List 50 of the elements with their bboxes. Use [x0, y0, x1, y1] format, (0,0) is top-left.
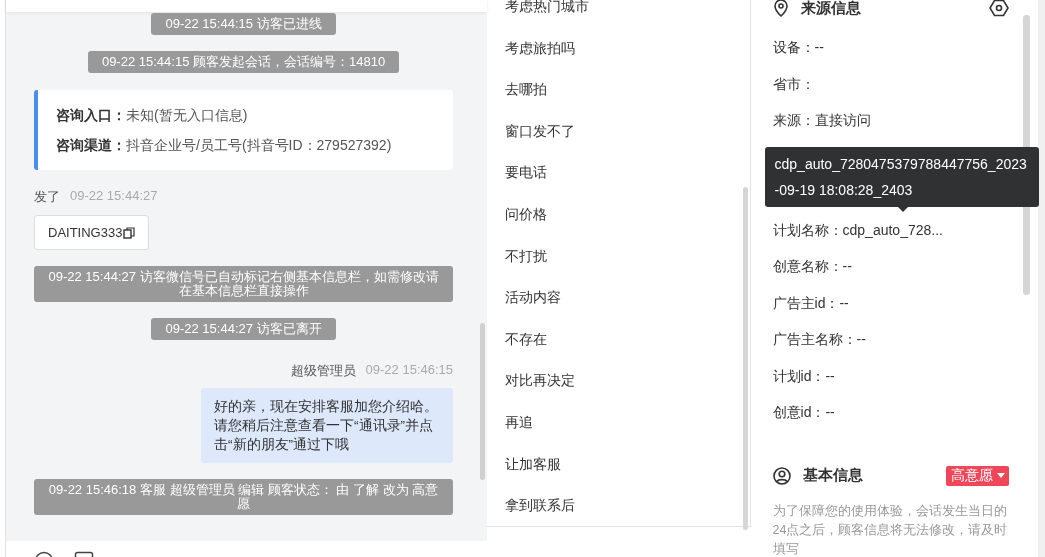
tooltip-arrow — [897, 207, 908, 212]
tooltip: cdp_auto_7280475379788447756_2023-09-19 18:08:28_2403 — [764, 147, 1039, 207]
info-field: 创意名称：-- — [772, 248, 1038, 285]
location-pin-icon — [772, 0, 789, 17]
hint-text: 为了保障您的使用体验，会话发生当日的24点之后，顾客信息将无法修改，请及时填写 — [772, 502, 1009, 557]
info-field: 省市： — [772, 65, 1038, 102]
quick-reply-item[interactable]: 对比再决定 — [505, 368, 750, 410]
settings-icon[interactable] — [988, 0, 1009, 17]
system-message: 09-22 15:46:18 客服 超级管理员 编辑 顾客状态： 由 了解 改为 高意愿 — [34, 479, 454, 515]
quick-reply-item[interactable]: 拿到联系后 — [505, 493, 750, 535]
message-time: 09-22 15:46:15 — [365, 362, 454, 379]
info-field: 计划id：-- — [772, 357, 1038, 394]
sender-name: 发了 — [34, 188, 60, 206]
quick-reply-item[interactable]: 要电话 — [505, 160, 750, 202]
info-field: 广告主id：-- — [772, 284, 1038, 321]
section-title: 来源信息 — [800, 0, 861, 18]
quick-reply-item[interactable]: 不打扰 — [505, 243, 750, 286]
system-message: 09-22 15:44:15 访客已进线 — [151, 13, 336, 35]
info-field: 计划名称：cdp_auto_728... — [772, 211, 1038, 248]
message-bubble: 好的亲，现在安排客服加您介绍哈。请您稍后注意查看一下“通讯录”并点击“新的朋友”通过下哦 — [201, 388, 454, 463]
sender-name: 超级管理员 — [290, 362, 356, 380]
quick-reply-item[interactable]: 去哪拍 — [505, 77, 750, 119]
info-field: 设备：-- — [772, 29, 1038, 66]
system-message: 09-22 15:44:15 顾客发起会话，会话编号：14810 — [87, 51, 400, 73]
entry-value: 未知(暂无入口信息) — [126, 107, 248, 123]
message-time: 09-22 15:44:27 — [70, 188, 158, 205]
info-field: 广告主名称：-- — [772, 321, 1038, 358]
section-title: 基本信息 — [802, 466, 863, 485]
quick-reply-item[interactable]: 考虑热门城市 — [505, 0, 750, 36]
quick-reply-item[interactable]: 不存在 — [505, 326, 750, 369]
caret-icon — [996, 473, 1005, 478]
info-field: 创意id：-- — [772, 394, 1038, 431]
copy-icon[interactable] — [123, 226, 136, 239]
quick-reply-item[interactable]: 让加客服 — [505, 451, 750, 494]
message-text: DAITING333 — [48, 225, 123, 240]
quick-reply-item[interactable]: 活动内容 — [505, 285, 750, 327]
status-dropdown[interactable]: 高意愿 — [945, 465, 1009, 486]
user-icon — [772, 466, 791, 485]
system-message: 09-22 15:44:27 访客微信号已自动标记右侧基本信息栏，如需修改请在基本信息栏直接操作 — [34, 266, 454, 302]
entry-label: 咨询渠道： — [56, 137, 126, 153]
system-message: 09-22 15:44:27 访客已离开 — [151, 318, 336, 340]
entry-label: 咨询入口： — [56, 107, 126, 123]
quick-reply-item[interactable]: 考虑旅拍吗 — [505, 35, 750, 78]
scrollbar-thumb[interactable] — [480, 323, 486, 480]
quick-reply-item[interactable]: 再追 — [505, 409, 750, 452]
info-field: 来源：直接访问 — [772, 102, 1038, 139]
quick-reply-item[interactable]: 窗口发不了 — [505, 118, 750, 161]
scrollbar-thumb[interactable] — [742, 187, 748, 530]
quick-reply-item[interactable]: 问价格 — [505, 201, 750, 244]
entry-value: 抖音企业号/员工号(抖音号ID：279527392) — [126, 137, 392, 153]
